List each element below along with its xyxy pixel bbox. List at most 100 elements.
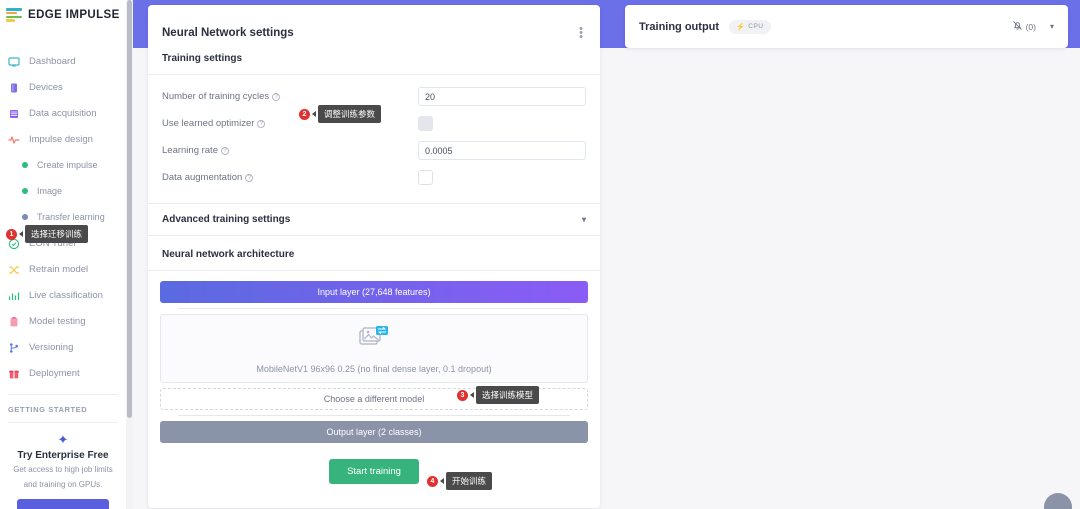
question-icon[interactable]: ? bbox=[220, 146, 229, 155]
advanced-training-settings-label: Advanced training settings bbox=[162, 214, 291, 225]
annotation-4: 4 开始训练 bbox=[427, 472, 493, 490]
field-label-text: Data augmentation bbox=[162, 172, 243, 183]
sidebar-item-label: Impulse design bbox=[29, 133, 93, 145]
sidebar: EDGE IMPULSE Dashboard Devices Data acqu bbox=[0, 0, 126, 509]
cpu-badge-label: CPU bbox=[748, 23, 764, 30]
gift-icon bbox=[8, 367, 20, 379]
annotation-1: 1 选择迁移训练 bbox=[6, 225, 89, 243]
annotation-text: 开始训练 bbox=[446, 472, 493, 490]
field-label-text: Use learned optimizer bbox=[162, 118, 255, 129]
layer-connector-2 bbox=[178, 415, 570, 416]
promo-line-1: Get access to high job limits bbox=[13, 465, 113, 474]
sidebar-item-deployment[interactable]: Deployment bbox=[0, 360, 126, 386]
model-caption: MobileNetV1 96x96 0.25 (no final dense l… bbox=[256, 364, 492, 374]
sidebar-item-versioning[interactable]: Versioning bbox=[0, 334, 126, 360]
annotation-text: 调整训练参数 bbox=[318, 105, 382, 123]
help-chat-bubble[interactable] bbox=[1044, 493, 1072, 509]
device-icon bbox=[8, 81, 20, 93]
annotation-tail bbox=[470, 392, 474, 398]
annotation-3: 3 选择训练模型 bbox=[457, 386, 540, 404]
bolt-icon: ⚡ bbox=[736, 23, 746, 31]
main-content: Neural Network settings • • • Training set… bbox=[133, 0, 1080, 509]
field-row-data-augmentation: Data augmentation ? bbox=[162, 164, 586, 191]
field-label: Number of training cycles ? bbox=[162, 91, 418, 102]
monitor-icon bbox=[8, 55, 20, 67]
green-dot-icon bbox=[22, 162, 28, 168]
sidebar-item-label: Deployment bbox=[29, 367, 80, 379]
question-icon[interactable]: ? bbox=[257, 119, 266, 128]
training-output-card: Training output ⚡ CPU (0) ▾ bbox=[625, 5, 1068, 48]
card-header: Neural Network settings • • • bbox=[148, 5, 600, 47]
sidebar-item-impulse-design[interactable]: Impulse design bbox=[0, 126, 126, 152]
annotation-badge: 2 bbox=[299, 108, 310, 120]
green-dot-icon bbox=[22, 188, 28, 194]
annotation-badge: 4 bbox=[427, 475, 438, 487]
sidebar-item-image[interactable]: Image bbox=[0, 178, 126, 204]
annotation-badge: 3 bbox=[457, 389, 468, 401]
training-settings-form: Number of training cycles ? 20 Use learn… bbox=[148, 75, 600, 203]
chart-icon bbox=[8, 289, 20, 301]
sidebar-scrollbar-thumb[interactable] bbox=[127, 0, 132, 418]
model-box[interactable]: MobileNetV1 96x96 0.25 (no final dense l… bbox=[160, 314, 588, 383]
learned-optimizer-checkbox[interactable] bbox=[418, 116, 433, 131]
sidebar-item-retrain-model[interactable]: Retrain model bbox=[0, 256, 126, 282]
sidebar-item-dashboard[interactable]: Dashboard bbox=[0, 48, 126, 74]
sidebar-item-model-testing[interactable]: Model testing bbox=[0, 308, 126, 334]
data-augmentation-checkbox[interactable] bbox=[418, 170, 433, 185]
field-label: Data augmentation ? bbox=[162, 172, 418, 183]
sidebar-item-label: Devices bbox=[29, 81, 63, 93]
sidebar-item-label: Dashboard bbox=[29, 55, 76, 67]
annotation-tail bbox=[312, 111, 316, 117]
output-layer-bar[interactable]: Output layer (2 classes) bbox=[160, 421, 588, 443]
start-training-button[interactable]: Start training bbox=[329, 459, 419, 484]
sidebar-item-live-classification[interactable]: Live classification bbox=[0, 282, 126, 308]
promo-title: Try Enterprise Free bbox=[17, 450, 109, 461]
learning-rate-input[interactable]: 0.0005 bbox=[418, 141, 586, 160]
card-title: Neural Network settings bbox=[162, 27, 294, 39]
annotation-text: 选择训练模型 bbox=[476, 386, 540, 404]
training-cycles-input[interactable]: 20 bbox=[418, 87, 586, 106]
question-icon[interactable]: ? bbox=[245, 173, 254, 182]
input-layer-bar[interactable]: Input layer (27,648 features) bbox=[160, 281, 588, 303]
notifications-toggle[interactable]: (0) bbox=[1012, 20, 1036, 33]
database-icon bbox=[8, 107, 20, 119]
training-output-actions: (0) ▾ bbox=[1012, 20, 1054, 33]
field-row-learning-rate: Learning rate ? 0.0005 bbox=[162, 137, 586, 164]
training-output-header: Training output ⚡ CPU (0) ▾ bbox=[625, 5, 1068, 48]
sidebar-item-label: Image bbox=[37, 186, 63, 196]
field-label: Learning rate ? bbox=[162, 145, 418, 156]
annotation-tail bbox=[440, 478, 444, 484]
sidebar-item-label: Data acquisition bbox=[29, 107, 97, 119]
brand-name: EDGE IMPULSE bbox=[28, 9, 120, 21]
sidebar-item-label: Transfer learning bbox=[37, 212, 105, 222]
chevron-down-icon[interactable]: ▾ bbox=[1050, 22, 1054, 31]
cpu-badge: ⚡ CPU bbox=[729, 19, 771, 34]
sidebar-item-label: Live classification bbox=[29, 289, 103, 301]
notifications-count: (0) bbox=[1025, 21, 1036, 32]
chevron-down-icon: ▾ bbox=[581, 215, 586, 224]
sidebar-item-label: Create impulse bbox=[37, 160, 98, 170]
sidebar-item-label: Retrain model bbox=[29, 263, 89, 275]
sidebar-item-create-impulse[interactable]: Create impulse bbox=[0, 152, 126, 178]
annotation-text: 选择迁移训练 bbox=[25, 225, 89, 243]
app-root: EDGE IMPULSE Dashboard Devices Data acqu bbox=[0, 0, 1080, 509]
promo-cta-button[interactable] bbox=[17, 498, 109, 509]
architecture-diagram: Input layer (27,648 features) MobileNetV… bbox=[148, 271, 600, 443]
sidebar-item-data-acquisition[interactable]: Data acquisition bbox=[0, 100, 126, 126]
shuffle-icon bbox=[8, 263, 20, 275]
field-label-text: Learning rate bbox=[162, 145, 218, 156]
sidebar-item-label: Versioning bbox=[29, 341, 74, 353]
kebab-menu-icon[interactable]: • • • bbox=[576, 24, 586, 43]
enterprise-promo: ✦ Try Enterprise Free Get access to high… bbox=[0, 423, 126, 509]
promo-line-2: and training on GPUs. bbox=[23, 479, 103, 489]
clipboard-icon bbox=[8, 315, 20, 327]
brand-logo[interactable]: EDGE IMPULSE bbox=[0, 0, 126, 24]
advanced-training-settings-toggle[interactable]: Advanced training settings ▾ bbox=[148, 204, 600, 235]
annotation-badge: 1 bbox=[6, 228, 17, 240]
sidebar-item-devices[interactable]: Devices bbox=[0, 74, 126, 100]
training-settings-title: Training settings bbox=[162, 53, 243, 64]
sparkle-star-icon: ✦ bbox=[57, 432, 69, 447]
field-label-text: Number of training cycles bbox=[162, 91, 270, 102]
neural-network-settings-card: Neural Network settings • • • Training set… bbox=[148, 5, 600, 508]
question-icon[interactable]: ? bbox=[272, 92, 281, 101]
